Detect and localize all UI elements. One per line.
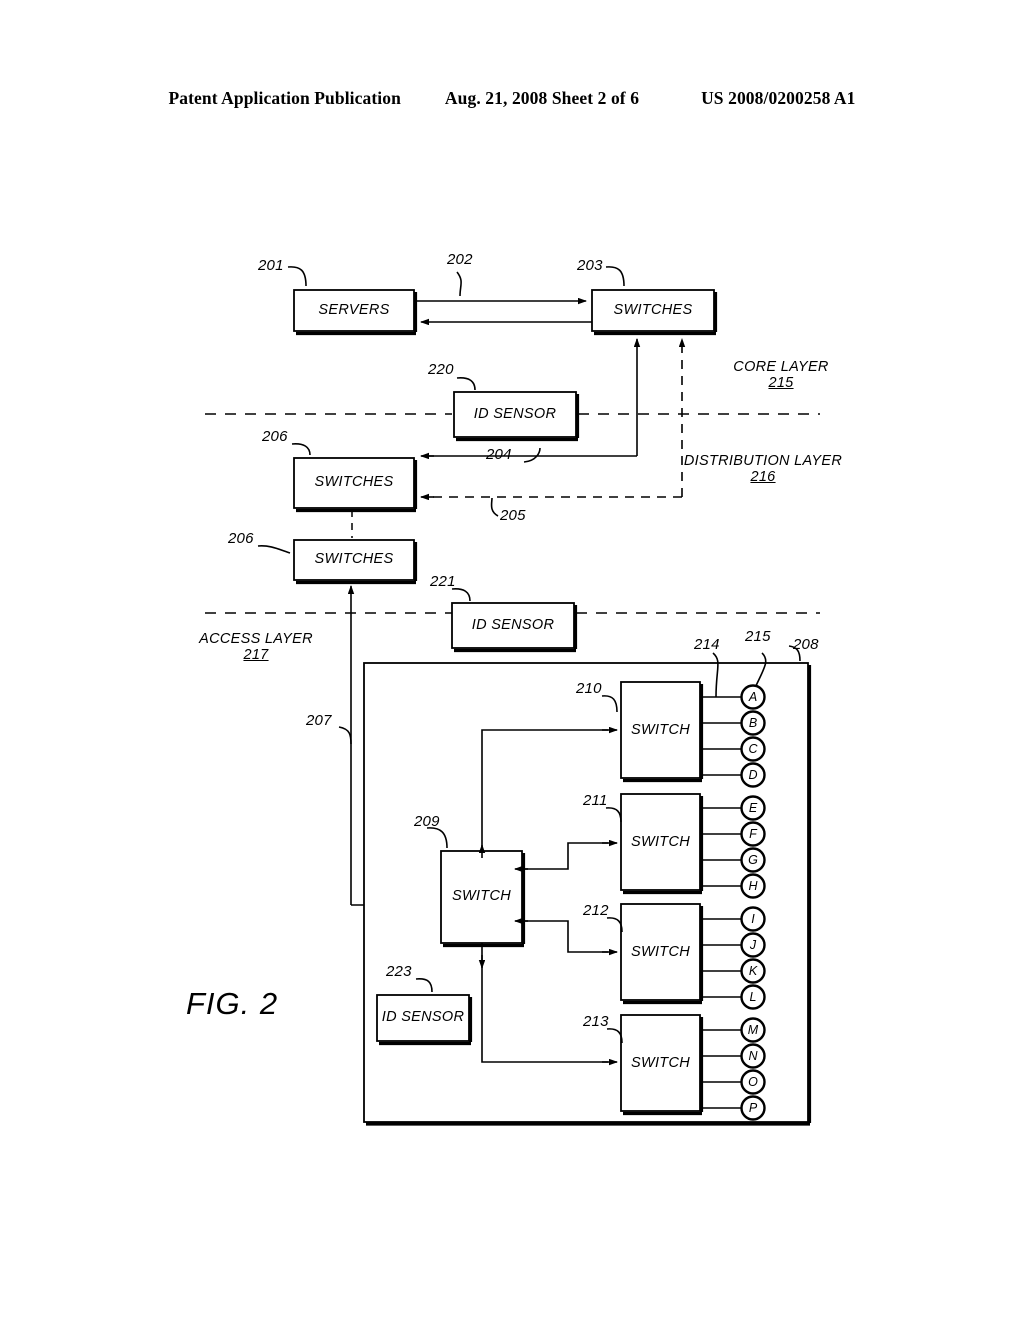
layer-core: CORE LAYER 215 [706,359,856,391]
ref-203: 203 [577,257,603,274]
dist-switches-lower-label: SWITCHES [314,551,394,567]
port-label-e: E [748,801,758,815]
ref-205: 205 [500,507,526,524]
port-label-b: B [748,716,758,730]
port-label-l: L [749,990,757,1004]
ref-215-port: 215 [745,628,771,645]
dist-switches-upper-label: SWITCHES [314,474,394,490]
ref-204: 204 [486,446,512,463]
switch-210-label: SWITCH [631,722,690,738]
port-label-j: J [749,938,757,952]
port-label-a: A [748,690,758,704]
servers-box-label: SERVERS [318,302,390,318]
port-label-d: D [748,768,758,782]
figure-caption: FIG. 2 [186,986,279,1021]
id-sensor-221-label: ID SENSOR [471,617,555,633]
ref-220: 220 [428,361,454,378]
switch-212-label: SWITCH [631,944,690,960]
ref-213: 213 [583,1013,609,1030]
ref-201: 201 [258,257,284,274]
ref-202: 202 [447,251,473,268]
layer-distribution-name: DISTRIBUTION LAYER [683,453,843,469]
ref-223: 223 [386,963,412,980]
port-label-o: O [748,1075,758,1089]
layer-distribution: DISTRIBUTION LAYER 216 [668,453,858,485]
ref-210: 210 [576,680,602,697]
port-label-p: P [748,1101,758,1115]
switch-209-label: SWITCH [452,888,511,904]
figure-2-diagram [205,266,820,1126]
ref-212: 212 [583,902,609,919]
port-label-i: I [751,912,755,926]
ref-206-lower: 206 [228,530,254,547]
port-label-c: C [748,742,758,756]
ref-211: 211 [583,792,608,809]
layer-access-name: ACCESS LAYER [199,631,313,647]
id-sensor-220-label: ID SENSOR [473,406,557,422]
port-label-h: H [748,879,758,893]
port-label-f: F [749,827,757,841]
ref-214: 214 [694,636,720,653]
port-label-n: N [748,1049,758,1063]
ref-209: 209 [414,813,440,830]
layer-distribution-ref: 216 [750,468,776,485]
id-sensor-223-label: ID SENSOR [381,1009,465,1025]
switch-213-label: SWITCH [631,1055,690,1071]
ref-206-upper: 206 [262,428,288,445]
switch-211-label: SWITCH [631,834,690,850]
ref-221: 221 [430,573,456,590]
patent-page: Patent Application Publication Aug. 21, … [0,0,1024,1320]
port-label-m: M [747,1023,759,1037]
layer-core-name: CORE LAYER [733,359,829,375]
ref-207: 207 [306,712,332,729]
layer-access-ref: 217 [243,646,269,663]
core-switches-box-label: SWITCHES [613,302,693,318]
ref-208: 208 [793,636,819,653]
port-label-k: K [748,964,758,978]
port-label-g: G [748,853,758,867]
layer-access: ACCESS LAYER 217 [186,631,326,663]
layer-core-ref: 215 [768,374,794,391]
